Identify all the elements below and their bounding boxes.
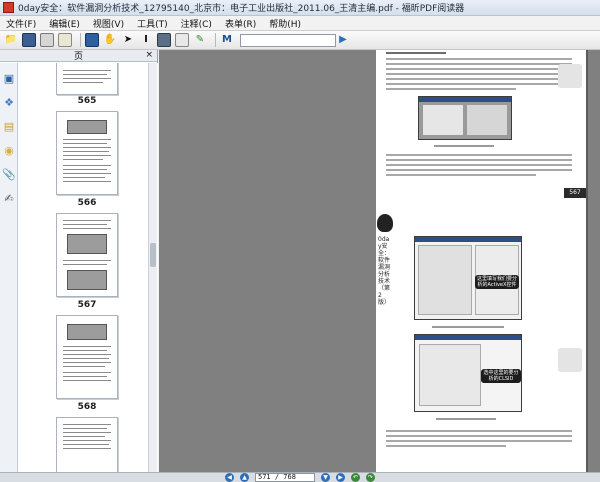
save-icon[interactable] — [22, 33, 36, 47]
thumbnail-label: 568 — [77, 402, 97, 412]
fullscreen-icon[interactable] — [85, 33, 99, 47]
bookmarks-icon[interactable]: ❖ — [2, 95, 16, 109]
menu-edit[interactable]: 编辑(E) — [49, 17, 80, 30]
chapter-title: 0day安全：软件漏洞分析技术（第2版） — [378, 236, 391, 306]
first-page-icon[interactable]: ◀ — [225, 473, 234, 482]
back-icon[interactable]: ↶ — [351, 473, 360, 482]
scrollbar-thumb[interactable] — [150, 243, 156, 267]
toolbar: 📁 ✋ ➤ I ✎ M ▶ — [0, 31, 600, 50]
status-bar: ◀ ▲ 571 / 768 ▼ ▶ ↶ ↷ — [0, 472, 600, 482]
pdf-page[interactable]: 567 0day安全：软件漏洞分析技术（第2版） 这里填写我们要分析的Activ… — [376, 50, 586, 472]
watermark — [558, 348, 582, 372]
typewriter-icon[interactable] — [175, 33, 189, 47]
watermark — [558, 64, 582, 88]
pages-panel: 页 × ▣ ❖ ▤ ◉ 📎 ✍ 565 566 567 568 — [0, 50, 158, 472]
hand-tool-icon[interactable]: ✋ — [103, 33, 117, 47]
page-thumbnail[interactable] — [56, 63, 118, 95]
panel-tab-strip: ▣ ❖ ▤ ◉ 📎 ✍ — [0, 63, 18, 472]
panel-title: 页 — [73, 52, 83, 62]
toolbar-separator — [80, 33, 81, 47]
document-view[interactable]: 567 0day安全：软件漏洞分析技术（第2版） 这里填写我们要分析的Activ… — [159, 50, 600, 472]
thumbnail-list[interactable]: 565 566 567 568 — [18, 63, 158, 472]
comments-icon[interactable]: ◉ — [2, 143, 16, 157]
snapshot-icon[interactable] — [157, 33, 171, 47]
last-page-icon[interactable]: ▶ — [336, 473, 345, 482]
thumbnail-label: 566 — [77, 198, 97, 208]
thumbnail-label: 567 — [77, 300, 97, 310]
figure-callout: 这里填写我们要分析的ActiveX控件 — [475, 275, 519, 289]
figure-caption — [436, 418, 496, 420]
page-figure: 这里填写我们要分析的ActiveX控件 — [414, 236, 522, 320]
app-icon — [3, 2, 14, 13]
window-title: 0day安全：软件漏洞分析技术_12795140_北京市：电子工业出版社_201… — [18, 4, 465, 14]
menu-help[interactable]: 帮助(H) — [269, 17, 301, 30]
page-thumbnail[interactable] — [56, 111, 118, 195]
page-thumbnail[interactable] — [56, 213, 118, 297]
page-number-tag: 567 — [564, 188, 586, 198]
figure-caption — [432, 326, 504, 328]
chapter-emblem — [377, 214, 393, 232]
select-icon[interactable]: ➤ — [121, 33, 135, 47]
attachments-icon[interactable]: 📎 — [2, 167, 16, 181]
search-next-icon[interactable]: ▶ — [336, 33, 350, 47]
forward-icon[interactable]: ↷ — [366, 473, 375, 482]
prev-page-icon[interactable]: ▲ — [240, 473, 249, 482]
page-thumbnail[interactable] — [56, 315, 118, 399]
menu-forms[interactable]: 表单(R) — [225, 17, 256, 30]
chapter-sidebar: 0day安全：软件漏洞分析技术（第2版） — [376, 214, 393, 336]
search-input[interactable] — [240, 33, 336, 47]
toolbar-separator — [215, 33, 216, 47]
page-figure — [418, 96, 512, 140]
figure-callout: 选中这里的要分析的CLSID — [481, 369, 521, 383]
thumbnail-scrollbar[interactable] — [148, 63, 157, 472]
find-icon[interactable]: M — [220, 33, 234, 47]
title-bar: 0day安全：软件漏洞分析技术_12795140_北京市：电子工业出版社_201… — [0, 0, 600, 16]
close-icon[interactable]: × — [145, 50, 153, 60]
text-select-icon[interactable]: I — [139, 33, 153, 47]
thumbnail-label: 565 — [77, 96, 97, 106]
signatures-icon[interactable]: ✍ — [2, 191, 16, 205]
email-icon[interactable] — [58, 33, 72, 47]
menu-bar: 文件(F) 编辑(E) 视图(V) 工具(T) 注释(C) 表单(R) 帮助(H… — [0, 16, 600, 31]
menu-tools[interactable]: 工具(T) — [137, 17, 168, 30]
pages-icon[interactable]: ▣ — [2, 71, 16, 85]
open-icon[interactable]: 📁 — [4, 33, 18, 47]
figure-caption — [434, 145, 494, 147]
print-icon[interactable] — [40, 33, 54, 47]
page-thumbnail[interactable] — [56, 417, 118, 472]
highlight-icon[interactable]: ✎ — [193, 33, 207, 47]
menu-view[interactable]: 视图(V) — [93, 17, 124, 30]
page-figure: 选中这里的要分析的CLSID — [414, 334, 522, 412]
menu-comments[interactable]: 注释(C) — [181, 17, 212, 30]
menu-file[interactable]: 文件(F) — [6, 17, 36, 30]
layers-icon[interactable]: ▤ — [2, 119, 16, 133]
page-number-field[interactable]: 571 / 768 — [255, 473, 315, 482]
next-page-icon[interactable]: ▼ — [321, 473, 330, 482]
panel-header: 页 × — [0, 50, 157, 62]
